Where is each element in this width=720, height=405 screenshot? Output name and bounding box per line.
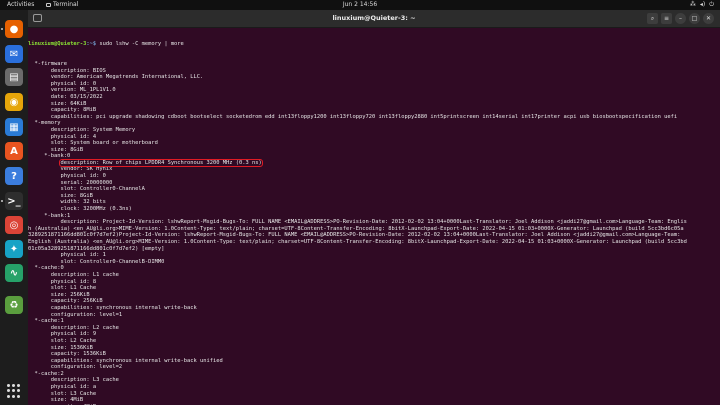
output-line: width: 32 bits (28, 199, 106, 206)
trash-icon[interactable]: ♻ (5, 296, 23, 314)
running-indicator (1, 200, 3, 202)
command-line: linuxium@Quieter-3:~$ sudo lshw -C memor… (28, 41, 720, 48)
output-line: description: L2 cache (28, 324, 119, 331)
output-line: size: 8GiB (28, 146, 84, 153)
output-line: 3289251871166dd801c0f7d7ef2)Project-Id-V… (28, 232, 681, 239)
terminal-window: linuxium@Quieter-3: ~ ⌕ ≡ – □ ✕ linuxium… (28, 10, 720, 405)
output-line: size: 1536KiB (28, 344, 93, 351)
highlighted-description: description: Row of chips LPDDR4 Synchro… (59, 158, 263, 167)
output-line: physical id: 1 (28, 252, 106, 259)
output-line: *-bank:1 (28, 212, 71, 219)
output-line: description: Project-Id-Version: lshwRep… (28, 219, 687, 226)
output-line: slot: L2 Cache (28, 337, 97, 344)
network-icon: ⁂ (689, 1, 696, 8)
prompt-user: linuxium@Quieter-3 (28, 41, 87, 48)
output-line: configuration: level=1 (28, 311, 123, 318)
power-icon: ⏻ (709, 1, 714, 8)
output-line: capabilities: synchronous internal write… (28, 357, 223, 364)
output-line: clock: 3200MHz (0.3ns) (28, 206, 132, 213)
output-line: capacity: 1536KiB (28, 351, 106, 358)
rhythmbox-icon[interactable]: ◉ (5, 93, 23, 111)
output-line: slot: System board or motherboard (28, 140, 158, 147)
show-apps-icon[interactable] (7, 384, 21, 398)
prompt-path: :~$ (86, 41, 97, 48)
output-line: physical id: 4 (28, 133, 97, 140)
output-line: physical id: 8 (28, 278, 97, 285)
terminal-output[interactable]: linuxium@Quieter-3:~$ sudo lshw -C memor… (28, 28, 720, 405)
firefox-icon[interactable]: ● (5, 20, 23, 38)
output-line: physical id: 9 (28, 331, 97, 338)
sysmon-icon[interactable]: ∿ (5, 264, 23, 282)
volume-icon: ◂) (699, 1, 706, 8)
output-line: h (Australia) <en_AU@li.org>MIME-Version… (28, 225, 684, 232)
minimize-icon[interactable]: – (675, 13, 686, 24)
kodi-icon[interactable]: ✦ (5, 240, 23, 258)
writer-icon[interactable]: ▦ (5, 118, 23, 136)
output-line: version: ML_1PL1V1.0 (28, 87, 116, 94)
output-line: English (Australia) <en_AU@li.org>MIME-V… (28, 239, 687, 245)
output-line: description: Row of chips LPDDR4 Synchro… (28, 158, 720, 167)
output-line: size: 64KiB (28, 100, 87, 107)
output-line: size: 256KiB (28, 291, 90, 298)
running-indicator (1, 28, 3, 30)
title-bar[interactable]: linuxium@Quieter-3: ~ ⌕ ≡ – □ ✕ (28, 10, 720, 28)
output-line: *-cache:0 (28, 265, 64, 272)
output-line: vendor: SK Hynix (28, 166, 113, 173)
output-line: description: System Memory (28, 126, 136, 133)
output-line: physical id: 0 (28, 80, 97, 87)
output-line: size: 8GiB (28, 192, 93, 199)
output-line: physical id: a (28, 384, 97, 391)
terminal-icon[interactable]: >_ (5, 192, 23, 210)
output-line: configuration: level=2 (28, 364, 123, 371)
software-icon[interactable]: A (5, 142, 23, 160)
output-line: capacity: 8MiB (28, 107, 97, 114)
clock[interactable]: Jun 2 14:56 (0, 0, 720, 10)
output-line: size: 4MiB (28, 397, 84, 404)
output-line: description: L3 cache (28, 377, 119, 384)
search-icon[interactable]: ⌕ (647, 13, 658, 24)
maximize-icon[interactable]: □ (689, 13, 700, 24)
output-line: slot: L1 Cache (28, 285, 97, 292)
output-line: capabilities: synchronous internal write… (28, 304, 197, 311)
output-line: slot: Controller0-ChannelA (28, 186, 145, 193)
files-icon[interactable]: ▤ (5, 68, 23, 86)
output-line: *-memory (28, 120, 61, 127)
system-tray[interactable]: ⁂ ◂) ⏻ (690, 0, 714, 10)
output-line: slot: Controller0-ChannelB-DIMM0 (28, 258, 165, 265)
output-line: description: L1 cache (28, 271, 119, 278)
chrome-icon[interactable]: ◎ (5, 216, 23, 234)
output-line: date: 03/15/2022 (28, 93, 103, 100)
help-icon[interactable]: ? (5, 167, 23, 185)
output-line: slot: L3 Cache (28, 390, 97, 397)
output-line: *-cache:1 (28, 318, 64, 325)
output-line: *-cache:2 (28, 370, 64, 377)
thunderbird-icon[interactable]: ✉ (5, 45, 23, 63)
top-bar: Activities Terminal Jun 2 14:56 ⁂ ◂) ⏻ (0, 0, 720, 10)
window-controls: ⌕ ≡ – □ ✕ (647, 13, 714, 24)
output-line: capabilities: pci upgrade shadowing cdbo… (28, 113, 678, 120)
output-line: capacity: 256KiB (28, 298, 103, 305)
output-line: description: BIOS (28, 67, 106, 74)
menu-icon[interactable]: ≡ (661, 13, 672, 24)
output-line: serial: 20000000 (28, 179, 113, 186)
output-line: *-bank:0 (28, 153, 71, 160)
window-title: linuxium@Quieter-3: ~ (332, 14, 416, 22)
output-line: physical id: 0 (28, 173, 106, 180)
command-text: sudo lshw -C memory | more (96, 41, 184, 48)
output-line: *-firmware (28, 60, 67, 67)
close-icon[interactable]: ✕ (703, 13, 714, 24)
output-line: 01c05a3289251871166dd801c0f7d7ef2) [empt… (28, 245, 165, 252)
dock: ● ✉ ▤ ◉ ▦ A? >_ ◎ ✦ ∿ ♻ (0, 10, 28, 405)
output-line: vendor: American Megatrends Internationa… (28, 74, 204, 81)
